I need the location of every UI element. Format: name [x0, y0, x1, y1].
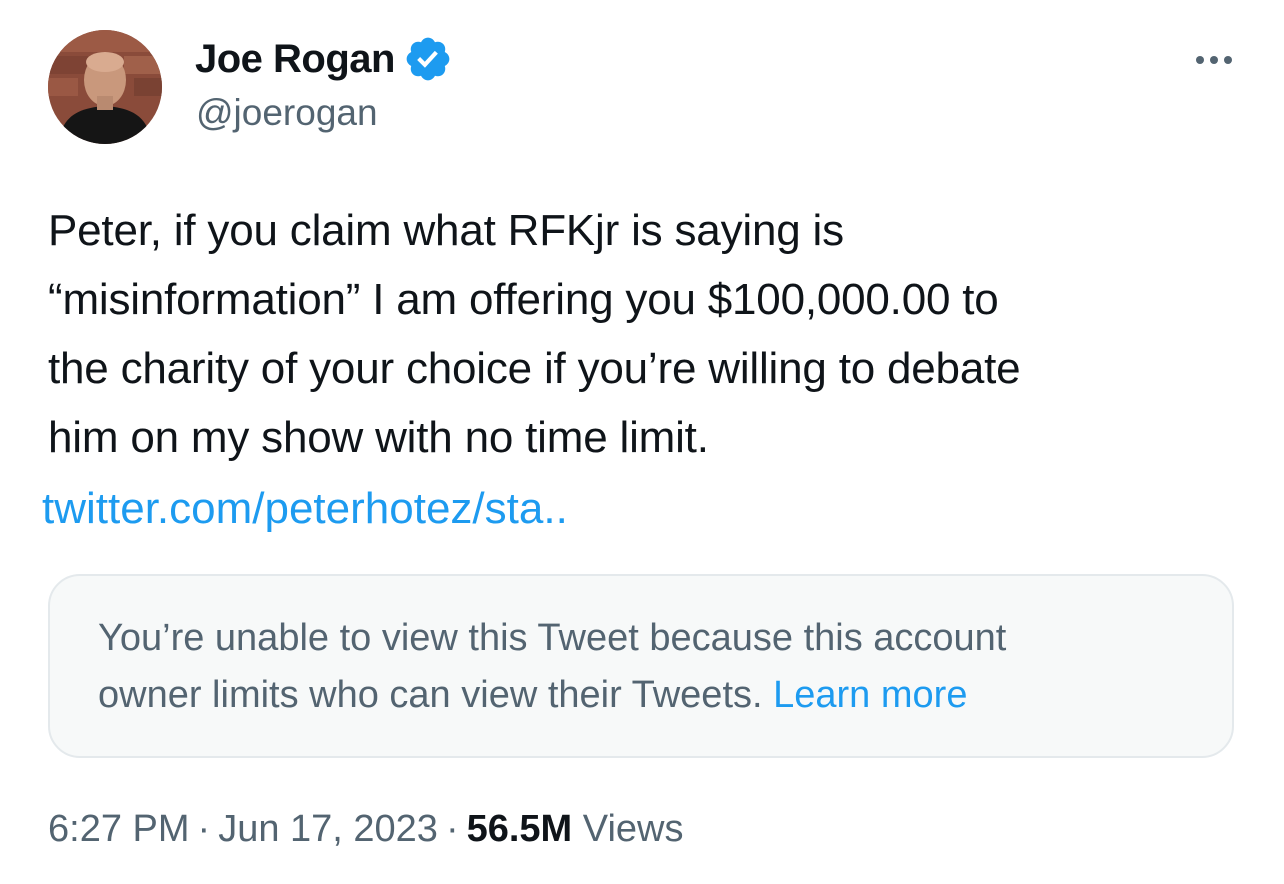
- avatar[interactable]: [48, 30, 162, 144]
- notice-text-line-2: owner limits who can view their Tweets. …: [98, 667, 1198, 724]
- learn-more-link[interactable]: Learn more: [773, 674, 967, 716]
- tweet-meta: 6:27 PM · Jun 17, 2023 · 56.5M Views: [48, 808, 683, 851]
- verified-badge-icon[interactable]: [403, 34, 453, 84]
- more-horizontal-icon-dot: [1210, 56, 1218, 64]
- tweet-text: Peter, if you claim what RFKjr is saying…: [48, 196, 1238, 472]
- views-label[interactable]: Views: [583, 808, 684, 850]
- author-display-name[interactable]: Joe Rogan: [195, 37, 395, 82]
- avatar-photo: [48, 30, 162, 144]
- meta-separator: ·: [197, 808, 211, 850]
- tweet-text-line: him on my show with no time limit.: [48, 413, 709, 462]
- tweet-text-line: Peter, if you claim what RFKjr is saying…: [48, 206, 844, 255]
- tweet-link[interactable]: twitter.com/peterhotez/sta..: [42, 474, 568, 543]
- tweet-text-line: the charity of your choice if you’re wil…: [48, 344, 1021, 393]
- quoted-tweet-unavailable-notice[interactable]: You’re unable to view this Tweet because…: [48, 574, 1234, 758]
- notice-text-line-2-text: owner limits who can view their Tweets.: [98, 674, 763, 716]
- more-options-button[interactable]: [1184, 44, 1244, 76]
- tweet-date[interactable]: Jun 17, 2023: [218, 808, 438, 850]
- notice-text-line-1: You’re unable to view this Tweet because…: [98, 617, 1007, 659]
- views-count[interactable]: 56.5M: [467, 808, 573, 850]
- tweet-text-line: “misinformation” I am offering you $100,…: [48, 275, 999, 324]
- meta-separator: ·: [445, 808, 459, 850]
- notice-text: You’re unable to view this Tweet because…: [98, 610, 1198, 724]
- author-handle[interactable]: @joerogan: [196, 92, 378, 134]
- tweet-time[interactable]: 6:27 PM: [48, 808, 190, 850]
- more-horizontal-icon-dot: [1224, 56, 1232, 64]
- more-horizontal-icon: [1196, 56, 1204, 64]
- author-name-row[interactable]: Joe Rogan: [195, 34, 453, 84]
